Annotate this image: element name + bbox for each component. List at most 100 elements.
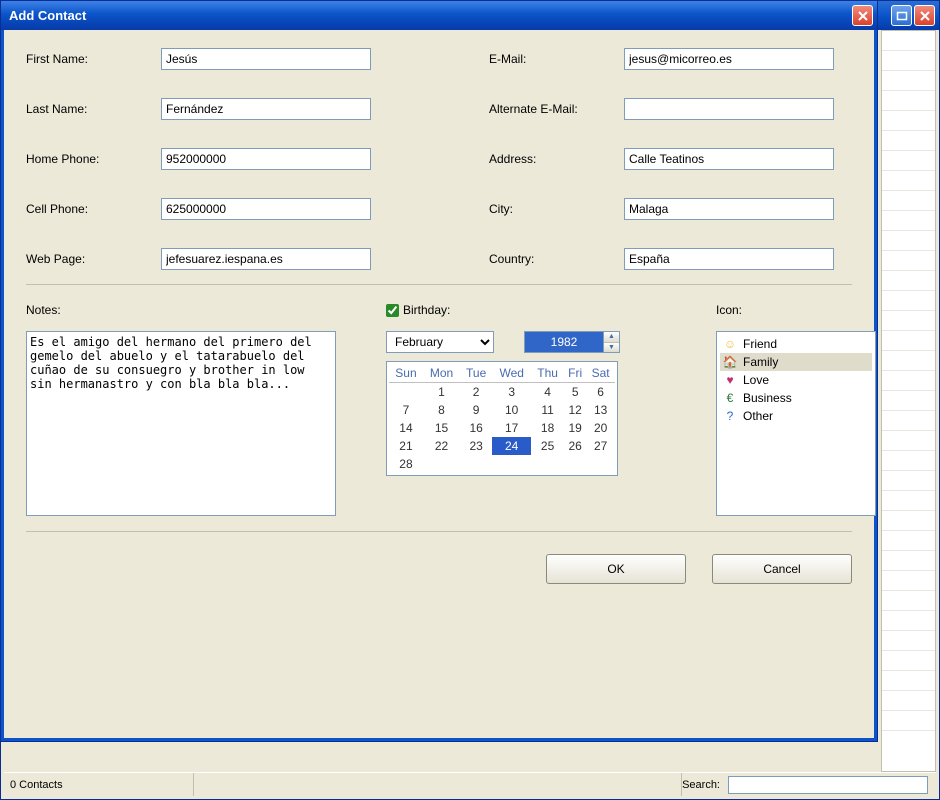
calendar-day[interactable]: 11 [531,401,564,419]
label-city: City: [489,202,624,216]
icon-item-label: Business [743,391,792,405]
status-contacts-count: 0 Contacts [4,773,194,796]
calendar-day[interactable]: 5 [564,383,586,402]
icon-listbox[interactable]: ☺Friend🏠 Family ♥ Love € Business? Other [716,331,876,516]
calendar-day[interactable]: 24 [492,437,531,455]
love-icon: ♥ [722,372,738,388]
year-input[interactable] [525,332,603,352]
icon-section: Icon: ☺Friend🏠 Family ♥ Love € Business? Other [716,303,876,519]
maximize-button[interactable] [891,5,912,26]
calendar-day[interactable]: 26 [564,437,586,455]
alt-email-input[interactable] [624,98,834,120]
add-contact-dialog: Add Contact First Name: E-Mail: Last Nam… [0,0,878,742]
label-email: E-Mail: [489,52,624,66]
first-name-input[interactable] [161,48,371,70]
calendar-table: SunMonTueWedThuFriSat 123456789101112131… [389,364,615,473]
search-label: Search: [682,779,728,791]
calendar-day[interactable]: 9 [460,401,492,419]
label-country: Country: [489,252,624,266]
calendar-weekday: Tue [460,364,492,383]
calendar-day[interactable]: 17 [492,419,531,437]
cell-phone-input[interactable] [161,198,371,220]
list-panel [881,30,936,772]
status-bar: 0 Contacts Search: [4,772,936,796]
country-input[interactable] [624,248,834,270]
calendar-day[interactable]: 16 [460,419,492,437]
calendar-day[interactable]: 21 [389,437,423,455]
other-icon: ? [722,408,738,424]
calendar-day[interactable]: 28 [389,455,423,473]
dialog-body: First Name: E-Mail: Last Name: Alternate… [4,30,874,738]
label-cell-phone: Cell Phone: [26,202,161,216]
city-input[interactable] [624,198,834,220]
calendar-day[interactable]: 18 [531,419,564,437]
dialog-titlebar: Add Contact [1,1,877,30]
calendar-weekday: Sat [586,364,615,383]
icon-item-business[interactable]: € Business [720,389,872,407]
icon-item-label: Other [743,409,773,423]
ok-button[interactable]: OK [546,554,686,584]
dialog-title: Add Contact [5,8,852,23]
family-icon: 🏠 [722,354,738,370]
label-alt-email: Alternate E-Mail: [489,102,624,116]
close-button[interactable] [914,5,935,26]
calendar-day[interactable]: 23 [460,437,492,455]
email-input[interactable] [624,48,834,70]
label-notes: Notes: [26,303,346,317]
icon-item-other[interactable]: ? Other [720,407,872,425]
calendar-weekday: Sun [389,364,423,383]
calendar-day [389,383,423,402]
calendar-day[interactable]: 4 [531,383,564,402]
calendar-day[interactable]: 7 [389,401,423,419]
last-name-input[interactable] [161,98,371,120]
calendar-day[interactable]: 12 [564,401,586,419]
calendar-day[interactable]: 2 [460,383,492,402]
calendar-day[interactable]: 19 [564,419,586,437]
icon-item-label: Family [743,355,778,369]
calendar-day [460,455,492,473]
birthday-section: Birthday: February ▲ ▼ [386,303,676,519]
label-icon: Icon: [716,303,876,317]
calendar-day[interactable]: 20 [586,419,615,437]
notes-textarea[interactable] [26,331,336,516]
year-down-icon[interactable]: ▼ [604,343,619,353]
calendar-day[interactable]: 8 [423,401,460,419]
birthday-checkbox[interactable] [386,304,399,317]
calendar-day[interactable]: 1 [423,383,460,402]
address-input[interactable] [624,148,834,170]
calendar-weekday: Thu [531,364,564,383]
icon-item-love[interactable]: ♥ Love [720,371,872,389]
calendar-day[interactable]: 14 [389,419,423,437]
web-page-input[interactable] [161,248,371,270]
calendar-day [564,455,586,473]
icon-item-label: Friend [743,337,777,351]
year-up-icon[interactable]: ▲ [604,332,619,343]
calendar-day[interactable]: 6 [586,383,615,402]
calendar-day [423,455,460,473]
icon-item-family[interactable]: 🏠 Family [720,353,872,371]
calendar-day[interactable]: 13 [586,401,615,419]
label-home-phone: Home Phone: [26,152,161,166]
icon-item-label: Love [743,373,769,387]
home-phone-input[interactable] [161,148,371,170]
icon-item-friend[interactable]: ☺Friend [720,335,872,353]
calendar-day[interactable]: 3 [492,383,531,402]
calendar-day [531,455,564,473]
calendar-day[interactable]: 10 [492,401,531,419]
calendar[interactable]: SunMonTueWedThuFriSat 123456789101112131… [386,361,618,476]
dialog-close-button[interactable] [852,5,873,26]
label-birthday: Birthday: [403,303,450,317]
cancel-button[interactable]: Cancel [712,554,852,584]
calendar-weekday: Mon [423,364,460,383]
business-icon: € [722,390,738,406]
calendar-day[interactable]: 22 [423,437,460,455]
year-spinner[interactable]: ▲ ▼ [524,331,620,353]
calendar-day[interactable]: 25 [531,437,564,455]
calendar-day[interactable]: 27 [586,437,615,455]
calendar-day[interactable]: 15 [423,419,460,437]
month-select[interactable]: February [386,331,494,353]
label-last-name: Last Name: [26,102,161,116]
search-input[interactable] [728,776,928,794]
label-first-name: First Name: [26,52,161,66]
calendar-day [492,455,531,473]
